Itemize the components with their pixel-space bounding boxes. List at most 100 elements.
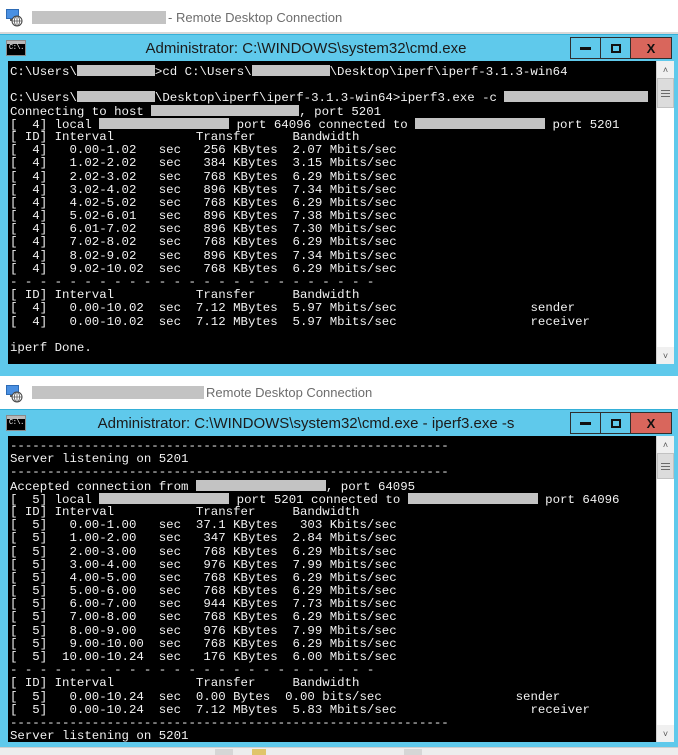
rdp-titlebar-client: - Remote Desktop Connection [0, 0, 678, 34]
taskbar-item[interactable] [252, 749, 266, 755]
console-text-run: [ 5] 9.00-10.00 sec 768 KBytes 6.29 Mbit… [10, 636, 397, 651]
console-text-run: [ 4] 9.02-10.02 sec 768 KBytes 6.29 Mbit… [10, 261, 397, 276]
cmd-icon: C:\. [6, 40, 26, 56]
console-text-run: [ 5] 0.00-10.24 sec 7.12 MBytes 5.83 Mbi… [10, 702, 590, 717]
redacted-block [195, 479, 326, 491]
cmd-window-server[interactable]: C:\. Administrator: C:\WINDOWS\system32\… [0, 409, 678, 755]
redacted-block [415, 117, 546, 129]
console-text-run: C:\Users\ [10, 91, 77, 106]
window-controls-client[interactable]: X [570, 37, 672, 59]
minimize-button[interactable] [570, 37, 600, 59]
rdp-app-label: Remote Desktop Connection [175, 9, 343, 25]
console-text-run: [ 5] 10.00-10.24 sec 176 KBytes 6.00 Mbi… [10, 650, 397, 664]
console-output-client[interactable]: C:\Users\ >cd C:\Users\ \Desktop\iperf\ipe… [8, 61, 656, 364]
scrollbar-client[interactable]: ˄ ˅ [656, 61, 674, 364]
cmd-icon-text: C:\. [9, 419, 24, 427]
titlebar-server[interactable]: C:\. Administrator: C:\WINDOWS\system32\… [0, 410, 678, 436]
console-line: Accepted connection from , port 64095 [10, 479, 656, 494]
maximize-icon [610, 418, 621, 428]
maximize-icon [610, 43, 621, 53]
rdp-separator: - [168, 9, 173, 25]
console-text-run: [ 5] 0.00-1.00 sec 37.1 KBytes 303 Kbits… [10, 518, 397, 533]
console-text-run: ----------------------------------------… [10, 465, 449, 480]
console-text-run: [ 4] 1.02-2.02 sec 384 KBytes 3.15 Mbits… [10, 156, 397, 171]
cmd-icon-text: C:\. [9, 44, 24, 52]
scrollbar-track[interactable] [657, 78, 674, 347]
close-button[interactable]: X [630, 37, 672, 59]
scroll-up-icon[interactable]: ˄ [657, 61, 674, 78]
rdp-host-redacted [32, 10, 166, 24]
console-text-run: [ 4] 8.02-9.02 sec 896 KBytes 7.34 Mbits… [10, 248, 397, 263]
console-text-run: \Desktop\iperf\iperf-3.1.3-win64>iperf3.… [154, 91, 505, 106]
console-text-run: [ 4] 6.01-7.02 sec 896 KBytes 7.30 Mbits… [10, 222, 397, 237]
console-text-run: [ ID] Interval Transfer Bandwidth [10, 129, 360, 144]
console-body-client[interactable]: C:\Users\ >cd C:\Users\ \Desktop\iperf\ipe… [8, 61, 674, 364]
taskbar-item[interactable] [404, 749, 422, 755]
console-text-run: [ ID] Interval Transfer Bandwidth [10, 288, 360, 303]
console-text-run: [ 4] 2.02-3.02 sec 768 KBytes 6.29 Mbits… [10, 169, 397, 184]
minimize-icon [580, 46, 591, 50]
console-line: [ 4] 0.00-10.02 sec 7.12 MBytes 5.97 Mbi… [10, 315, 656, 329]
console-text-run: - - - - - - - - - - - - - - - - - - - - … [10, 663, 375, 678]
remote-desktop-icon [4, 383, 26, 403]
console-text-run: Server listening on 5201 [10, 452, 189, 467]
console-line: ----------------------------------------… [10, 466, 656, 479]
console-text-run: port 64096 [537, 492, 620, 507]
rdp-title-label: - Remote Desktop Connection [168, 10, 342, 25]
console-text-run: [ 4] 3.02-4.02 sec 896 KBytes 7.34 Mbits… [10, 182, 397, 197]
console-line: Connecting to host , port 5201 [10, 104, 656, 119]
taskbar-item[interactable] [215, 749, 233, 755]
minimize-icon [580, 421, 591, 425]
scrollbar-thumb[interactable] [657, 453, 674, 479]
scroll-down-icon[interactable]: ˅ [657, 347, 674, 364]
scroll-down-icon[interactable]: ˅ [657, 725, 674, 742]
minimize-button[interactable] [570, 412, 600, 434]
titlebar-client[interactable]: C:\. Administrator: C:\WINDOWS\system32\… [0, 35, 678, 61]
console-text-run: [ 5] 4.00-5.00 sec 768 KBytes 6.29 Mbits… [10, 570, 397, 585]
redacted-block [76, 65, 155, 76]
console-text-run: C:\Users\ [10, 65, 77, 79]
rdp-titlebar-server: Remote Desktop Connection [0, 376, 678, 409]
window-controls-server[interactable]: X [570, 412, 672, 434]
console-text-run: [ 5] 6.00-7.00 sec 944 KBytes 7.73 Mbits… [10, 597, 397, 612]
console-text-run: ----------------------------------------… [10, 715, 449, 730]
console-line: Server listening on 5201 [10, 730, 656, 742]
maximize-button[interactable] [600, 37, 630, 59]
maximize-button[interactable] [600, 412, 630, 434]
scrollbar-grip-icon [661, 89, 670, 97]
console-text-run: [ 5] 2.00-3.00 sec 768 KBytes 6.29 Mbits… [10, 544, 397, 559]
console-text-run: - - - - - - - - - - - - - - - - - - - - … [10, 275, 375, 289]
console-text-run: [ 5] 8.00-9.00 sec 976 KBytes 7.99 Mbits… [10, 623, 397, 638]
console-text-run: >cd C:\Users\ [154, 65, 252, 79]
scrollbar-server[interactable]: ˄ ˅ [656, 436, 674, 742]
console-text-run: [ ID] Interval Transfer Bandwidth [10, 504, 360, 519]
console-text-run: Accepted connection from [10, 479, 196, 494]
console-text-run: [ 4] 4.02-5.02 sec 768 KBytes 6.29 Mbits… [10, 195, 397, 210]
console-text-run: ----------------------------------------… [10, 439, 449, 453]
console-text-run: , port 5201 [299, 104, 382, 119]
console-text-run: \Desktop\iperf\iperf-3.1.3-win64 [329, 65, 568, 79]
rdp-host-redacted [32, 386, 204, 399]
cmd-icon: C:\. [6, 415, 26, 431]
remote-desktop-icon [4, 7, 26, 27]
scroll-up-icon[interactable]: ˄ [657, 436, 674, 453]
console-output-server[interactable]: ----------------------------------------… [8, 436, 656, 742]
cmd-window-client[interactable]: C:\. Administrator: C:\WINDOWS\system32\… [0, 34, 678, 376]
taskbar[interactable] [0, 747, 678, 755]
close-button[interactable]: X [630, 412, 672, 434]
console-text-run: [ 5] 0.00-10.24 sec 0.00 Bytes 0.00 bits… [10, 689, 561, 704]
console-text-run: [ ID] Interval Transfer Bandwidth [10, 676, 360, 691]
console-text-run: Connecting to host [10, 104, 152, 119]
console-text-run: [ 4] 7.02-8.02 sec 768 KBytes 6.29 Mbits… [10, 235, 397, 250]
rdp-title-label: Remote Desktop Connection [206, 385, 372, 400]
redacted-block [504, 91, 649, 103]
redacted-block [151, 104, 300, 116]
scrollbar-thumb[interactable] [657, 78, 674, 108]
console-text-run: [ 4] 5.02-6.01 sec 896 KBytes 7.38 Mbits… [10, 209, 397, 224]
console-line: iperf Done. [10, 341, 656, 355]
console-body-server[interactable]: ----------------------------------------… [8, 436, 674, 742]
scrollbar-track[interactable] [657, 453, 674, 725]
scrollbar-grip-icon [661, 462, 670, 470]
